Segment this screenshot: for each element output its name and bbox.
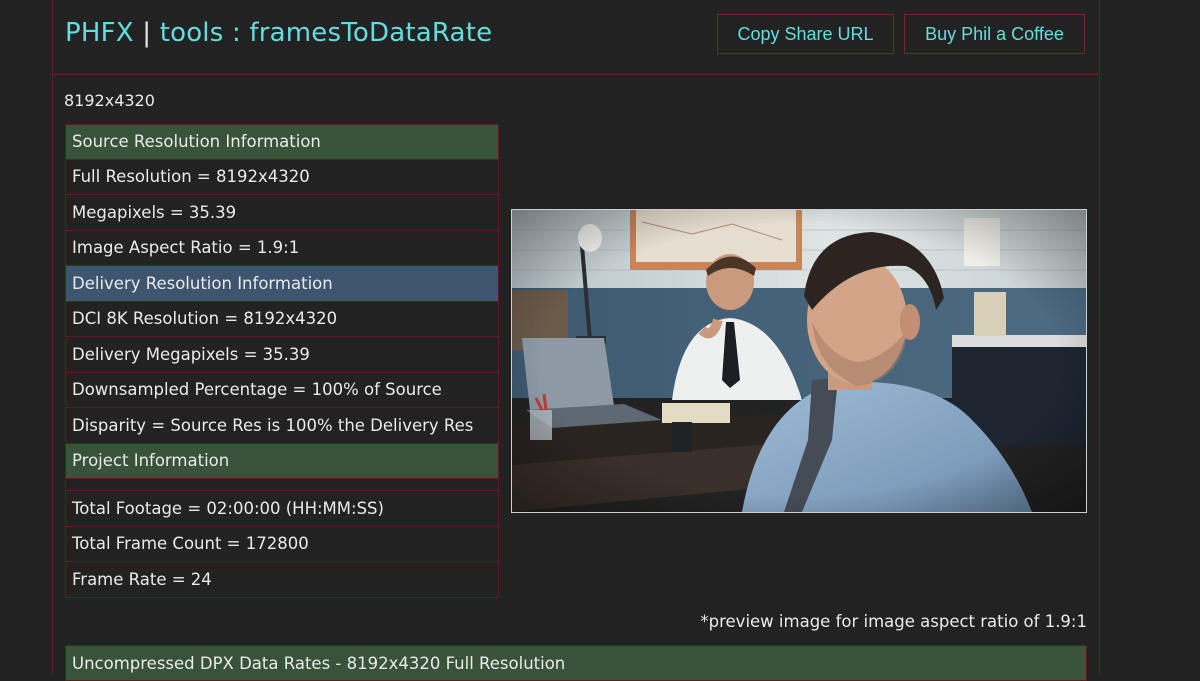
tool-name: tools : framesToDataRate <box>159 18 493 48</box>
buy-coffee-button[interactable]: Buy Phil a Coffee <box>904 14 1085 54</box>
total-frame-count-row: Total Frame Count = 172800 <box>65 526 499 562</box>
header: PHFX | tools : framesToDataRate Copy Sha… <box>52 0 1098 75</box>
aspect-ratio-row: Image Aspect Ratio = 1.9:1 <box>65 230 499 266</box>
preview-caption: *preview image for image aspect ratio of… <box>700 612 1087 631</box>
info-table: Source Resolution Information Full Resol… <box>65 124 499 598</box>
title-separator: | <box>142 18 152 48</box>
megapixels-row: Megapixels = 35.39 <box>65 195 499 231</box>
total-footage-row: Total Footage = 02:00:00 (HH:MM:SS) <box>65 491 499 527</box>
downsampled-row: Downsampled Percentage = 100% of Source <box>65 372 499 408</box>
frame-rate-row: Frame Rate = 24 <box>65 562 499 598</box>
resolution-label: 8192x4320 <box>64 91 155 110</box>
dci-resolution-row: DCI 8K Resolution = 8192x4320 <box>65 301 499 337</box>
disparity-row: Disparity = Source Res is 100% the Deliv… <box>65 408 499 444</box>
delivery-resolution-heading: Delivery Resolution Information <box>65 266 499 302</box>
spacer-row <box>65 479 499 491</box>
project-information-heading: Project Information <box>65 443 499 479</box>
preview-image <box>511 209 1087 513</box>
page-title: PHFX | tools : framesToDataRate <box>65 18 492 48</box>
source-resolution-heading: Source Resolution Information <box>65 124 499 160</box>
full-resolution-row: Full Resolution = 8192x4320 <box>65 159 499 195</box>
delivery-megapixels-row: Delivery Megapixels = 35.39 <box>65 337 499 373</box>
dpx-data-rates-heading: Uncompressed DPX Data Rates - 8192x4320 … <box>65 645 1087 681</box>
office-scene-image <box>512 210 1086 512</box>
brand-name[interactable]: PHFX <box>65 18 134 48</box>
copy-share-url-button[interactable]: Copy Share URL <box>717 14 894 54</box>
